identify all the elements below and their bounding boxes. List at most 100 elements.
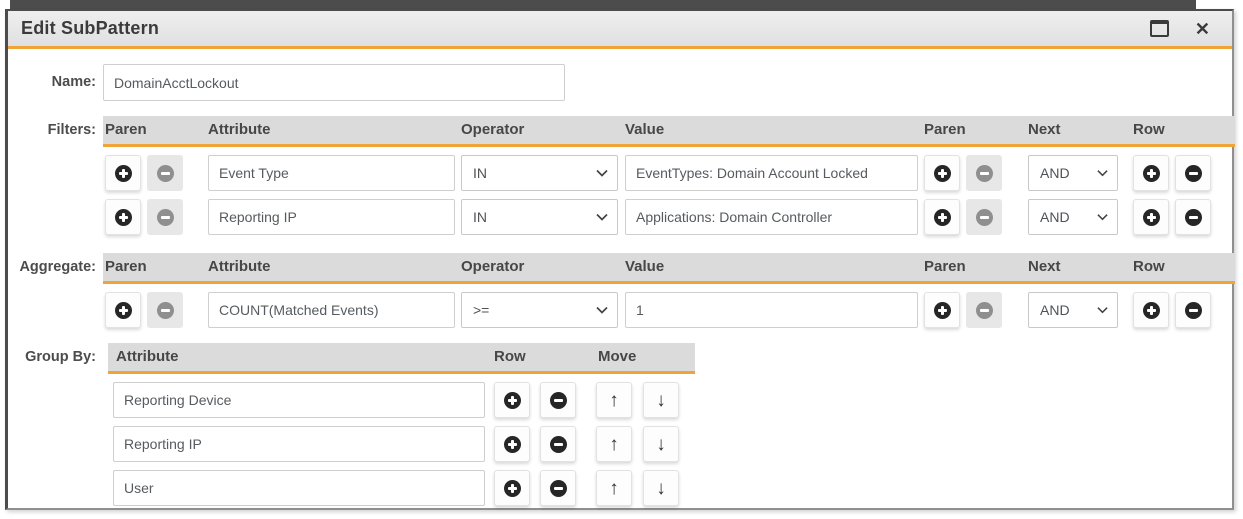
value-input[interactable] — [625, 155, 918, 191]
group-by-header-band: Attribute Row Move — [108, 343, 695, 374]
plus-icon — [1143, 165, 1160, 182]
add-row-button[interactable] — [1133, 292, 1169, 328]
remove-row-button[interactable] — [540, 470, 576, 506]
next-operator-value: AND — [1040, 209, 1070, 225]
plus-icon — [934, 165, 951, 182]
add-row-button[interactable] — [1133, 155, 1169, 191]
minus-icon — [1185, 302, 1202, 319]
chevron-down-icon — [1097, 169, 1108, 177]
dialog-title: Edit SubPattern — [21, 18, 159, 39]
remove-row-button[interactable] — [1175, 199, 1211, 235]
remove-left-paren-button[interactable] — [147, 199, 183, 235]
name-input[interactable] — [103, 64, 565, 101]
filter-row: IN AND — [103, 199, 1235, 235]
chevron-down-icon — [596, 169, 608, 177]
operator-value: IN — [473, 209, 487, 225]
remove-row-button[interactable] — [1175, 155, 1211, 191]
up-arrow-icon: ↑ — [609, 435, 619, 454]
attribute-input[interactable] — [208, 292, 455, 328]
remove-left-paren-button[interactable] — [147, 155, 183, 191]
header-attribute: Attribute — [116, 343, 179, 371]
header-value: Value — [625, 116, 664, 144]
add-left-paren-button[interactable] — [105, 155, 141, 191]
filters-header-band: Paren Attribute Operator Value Paren Nex… — [103, 116, 1235, 147]
down-arrow-icon: ↓ — [656, 391, 666, 410]
header-operator: Operator — [461, 253, 524, 281]
move-down-button[interactable]: ↓ — [643, 382, 679, 418]
minus-icon — [976, 209, 993, 226]
chevron-down-icon — [1097, 213, 1108, 221]
header-paren: Paren — [105, 116, 147, 144]
name-label: Name: — [8, 64, 96, 101]
move-up-button[interactable]: ↑ — [596, 426, 632, 462]
attribute-input[interactable] — [208, 199, 455, 235]
minus-icon — [976, 302, 993, 319]
add-right-paren-button[interactable] — [924, 155, 960, 191]
attribute-input[interactable] — [113, 382, 485, 418]
header-value: Value — [625, 253, 664, 281]
filters-section: Filters: Paren Attribute Operator Value … — [8, 116, 1232, 235]
add-row-button[interactable] — [1133, 199, 1169, 235]
group-by-row: ↑ ↓ — [108, 382, 695, 418]
minus-icon — [550, 436, 567, 453]
name-row: Name: — [8, 64, 1232, 101]
add-row-button[interactable] — [494, 382, 530, 418]
operator-select[interactable]: IN — [461, 199, 618, 235]
operator-value: >= — [473, 302, 489, 318]
next-operator-value: AND — [1040, 302, 1070, 318]
header-next: Next — [1028, 116, 1061, 144]
edit-subpattern-dialog: Edit SubPattern ✕ Name: Filters: Paren A… — [5, 9, 1234, 510]
header-row: Row — [1133, 116, 1165, 144]
add-left-paren-button[interactable] — [105, 292, 141, 328]
operator-select[interactable]: >= — [461, 292, 618, 328]
remove-left-paren-button[interactable] — [147, 292, 183, 328]
value-input[interactable] — [625, 199, 918, 235]
header-row: Row — [494, 343, 526, 371]
minus-icon — [1185, 165, 1202, 182]
header-attribute: Attribute — [208, 253, 271, 281]
down-arrow-icon: ↓ — [656, 479, 666, 498]
next-operator-value: AND — [1040, 165, 1070, 181]
remove-right-paren-button[interactable] — [966, 155, 1002, 191]
add-right-paren-button[interactable] — [924, 292, 960, 328]
next-operator-select[interactable]: AND — [1028, 292, 1118, 328]
remove-right-paren-button[interactable] — [966, 292, 1002, 328]
operator-select[interactable]: IN — [461, 155, 618, 191]
window-top-strip — [10, 0, 1196, 9]
next-operator-select[interactable]: AND — [1028, 199, 1118, 235]
remove-row-button[interactable] — [540, 382, 576, 418]
remove-row-button[interactable] — [1175, 292, 1211, 328]
remove-right-paren-button[interactable] — [966, 199, 1002, 235]
aggregate-header-band: Paren Attribute Operator Value Paren Nex… — [103, 253, 1235, 284]
down-arrow-icon: ↓ — [656, 435, 666, 454]
group-by-label: Group By: — [8, 343, 96, 371]
minus-icon — [157, 302, 174, 319]
plus-icon — [504, 436, 521, 453]
filters-label: Filters: — [8, 116, 96, 144]
group-by-section: Group By: Attribute Row Move ↑ ↓ ↑ ↓ — [8, 343, 1232, 506]
move-down-button[interactable]: ↓ — [643, 470, 679, 506]
add-row-button[interactable] — [494, 470, 530, 506]
add-row-button[interactable] — [494, 426, 530, 462]
close-icon[interactable]: ✕ — [1195, 20, 1210, 38]
minus-icon — [550, 480, 567, 497]
attribute-input[interactable] — [113, 470, 485, 506]
move-up-button[interactable]: ↑ — [596, 470, 632, 506]
header-paren: Paren — [924, 253, 966, 281]
value-input[interactable] — [625, 292, 918, 328]
maximize-icon[interactable] — [1150, 20, 1169, 37]
add-left-paren-button[interactable] — [105, 199, 141, 235]
move-up-button[interactable]: ↑ — [596, 382, 632, 418]
move-down-button[interactable]: ↓ — [643, 426, 679, 462]
plus-icon — [115, 209, 132, 226]
header-move: Move — [598, 343, 636, 371]
aggregate-label: Aggregate: — [8, 253, 96, 281]
attribute-input[interactable] — [113, 426, 485, 462]
add-right-paren-button[interactable] — [924, 199, 960, 235]
remove-row-button[interactable] — [540, 426, 576, 462]
header-row: Row — [1133, 253, 1165, 281]
next-operator-select[interactable]: AND — [1028, 155, 1118, 191]
chevron-down-icon — [596, 306, 608, 314]
attribute-input[interactable] — [208, 155, 455, 191]
aggregate-section: Aggregate: Paren Attribute Operator Valu… — [8, 253, 1232, 328]
